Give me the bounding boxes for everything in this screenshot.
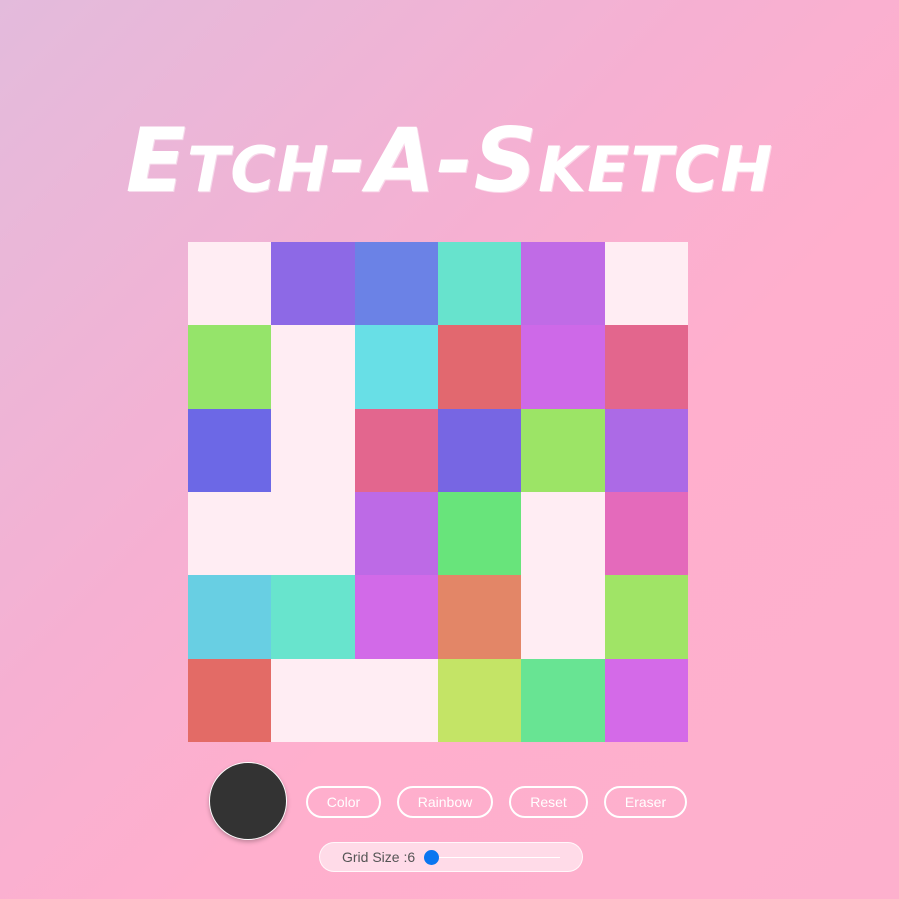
grid-cell[interactable] [521, 408, 605, 492]
grid-cell[interactable] [354, 492, 438, 576]
grid-cell[interactable] [604, 492, 688, 576]
grid-cell[interactable] [604, 575, 688, 659]
grid-cell[interactable] [438, 325, 522, 409]
sketch-grid[interactable] [188, 242, 688, 742]
grid-cell[interactable] [271, 242, 355, 326]
grid-cell[interactable] [188, 575, 272, 659]
grid-cell[interactable] [354, 408, 438, 492]
color-button[interactable]: Color [306, 786, 381, 818]
grid-cell[interactable] [438, 492, 522, 576]
grid-cell[interactable] [521, 492, 605, 576]
grid-size-slider-thumb[interactable] [424, 850, 439, 865]
grid-cell[interactable] [521, 242, 605, 326]
grid-cell[interactable] [188, 325, 272, 409]
grid-cell[interactable] [188, 492, 272, 576]
grid-cell[interactable] [438, 575, 522, 659]
rainbow-button[interactable]: Rainbow [397, 786, 493, 818]
grid-cell[interactable] [438, 408, 522, 492]
grid-cell[interactable] [521, 575, 605, 659]
controls-bar: Color Rainbow Reset Eraser [0, 762, 899, 842]
grid-cell[interactable] [521, 325, 605, 409]
grid-size-control: Grid Size :6 [319, 842, 583, 872]
grid-cell[interactable] [271, 658, 355, 742]
grid-cell[interactable] [438, 242, 522, 326]
grid-cell[interactable] [354, 242, 438, 326]
grid-cell[interactable] [271, 492, 355, 576]
grid-cell[interactable] [188, 408, 272, 492]
grid-cell[interactable] [271, 325, 355, 409]
grid-cell[interactable] [188, 658, 272, 742]
page-title: Etch-A-Sketch [125, 108, 774, 212]
grid-cell[interactable] [188, 242, 272, 326]
grid-size-slider-track[interactable] [432, 857, 560, 858]
grid-cell[interactable] [354, 575, 438, 659]
grid-cell[interactable] [604, 658, 688, 742]
grid-cell[interactable] [438, 658, 522, 742]
grid-cell[interactable] [354, 658, 438, 742]
grid-cell[interactable] [521, 658, 605, 742]
color-picker[interactable] [209, 762, 287, 840]
reset-button[interactable]: Reset [509, 786, 588, 818]
grid-cell[interactable] [604, 242, 688, 326]
grid-cell[interactable] [604, 408, 688, 492]
eraser-button[interactable]: Eraser [604, 786, 687, 818]
grid-size-label: Grid Size :6 [342, 849, 416, 865]
grid-cell[interactable] [604, 325, 688, 409]
grid-cell[interactable] [271, 408, 355, 492]
grid-cell[interactable] [271, 575, 355, 659]
grid-cell[interactable] [354, 325, 438, 409]
